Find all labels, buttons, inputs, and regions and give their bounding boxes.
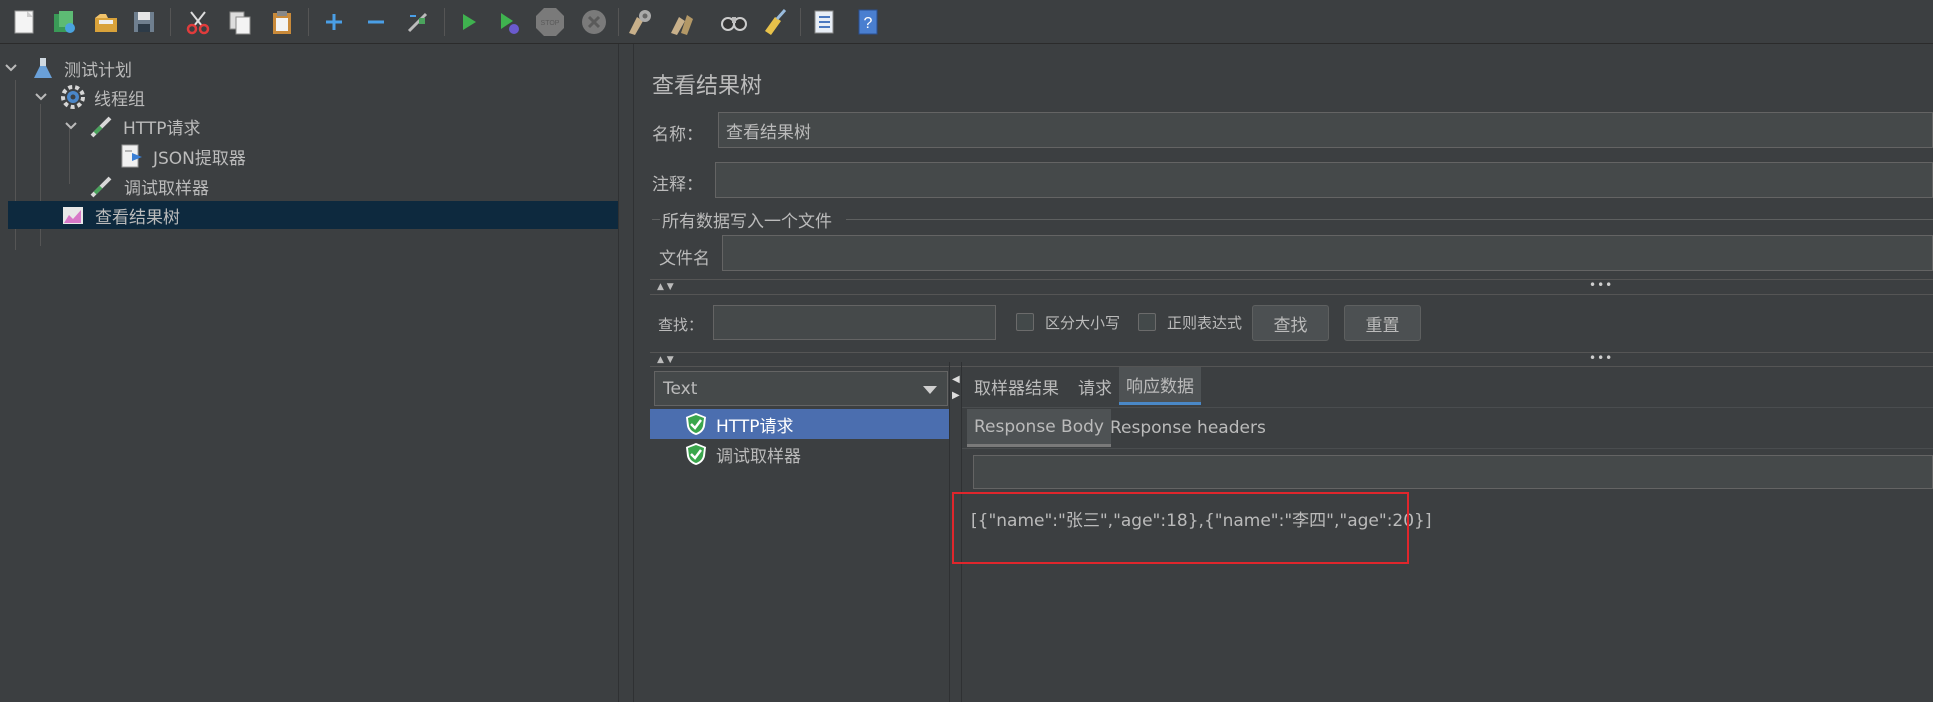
page-title: 查看结果树 xyxy=(652,74,763,99)
tree-item-view-results-tree[interactable]: 查看结果树 xyxy=(8,201,620,229)
result-item-http-request[interactable]: HTTP请求 xyxy=(650,409,949,439)
reset-button[interactable]: 重置 xyxy=(1344,305,1421,341)
tree-item-http-request[interactable]: HTTP请求 xyxy=(0,112,620,140)
reset-search-icon[interactable] xyxy=(758,6,790,38)
tab-request[interactable]: 请求 xyxy=(1071,367,1119,405)
comment-label: 注释： xyxy=(652,175,703,195)
divider xyxy=(650,366,1933,367)
group-border xyxy=(652,219,660,220)
arrow-right-icon[interactable]: ▶ xyxy=(952,390,960,401)
name-label: 名称： xyxy=(652,125,703,145)
start-icon[interactable] xyxy=(452,6,484,38)
collapse-arrows-icon[interactable]: ▲ ▼ xyxy=(657,355,674,365)
regex-label: 正则表达式 xyxy=(1167,314,1243,332)
stop-icon[interactable]: STOP xyxy=(534,6,566,38)
flask-icon xyxy=(30,55,56,81)
tree-item-label: 查看结果树 xyxy=(95,207,180,228)
comment-field[interactable] xyxy=(715,162,1933,198)
success-shield-icon xyxy=(686,413,706,435)
tree-item-debug-sampler[interactable]: 调试取样器 xyxy=(0,172,620,200)
divider xyxy=(650,279,1933,280)
filename-field[interactable] xyxy=(722,235,1933,271)
svg-text:?: ? xyxy=(864,15,873,32)
chevron-down-icon[interactable] xyxy=(4,61,18,75)
clear-all-icon[interactable] xyxy=(666,6,698,38)
tree-item-test-plan[interactable]: 测试计划 xyxy=(0,54,620,82)
test-plan-tree: 测试计划 线程组 HTTP请求 JSON提取器 调试取样器 查看结果树 xyxy=(0,50,620,702)
chevron-down-icon xyxy=(923,386,937,394)
toolbar: STOP ? xyxy=(0,0,1933,44)
tree-item-label: 测试计划 xyxy=(64,60,132,81)
gear-icon xyxy=(60,84,86,110)
file-group-label: 所有数据写入一个文件 xyxy=(662,212,832,232)
divider xyxy=(650,294,1933,295)
divider xyxy=(962,448,1933,449)
filename-label: 文件名 xyxy=(659,249,710,269)
tab-response-data[interactable]: 响应数据 xyxy=(1119,367,1201,405)
divider xyxy=(962,407,1933,408)
split-handle-icon[interactable]: ••• xyxy=(1589,278,1613,292)
tab-response-headers[interactable]: Response headers xyxy=(1103,409,1273,447)
chevron-down-icon[interactable] xyxy=(64,119,78,133)
collapse-arrows-icon[interactable]: ▲ ▼ xyxy=(657,282,674,292)
highlight-box xyxy=(952,492,1409,564)
divider xyxy=(650,352,1933,353)
name-field-value: 查看结果树 xyxy=(726,122,811,143)
result-item-label: HTTP请求 xyxy=(716,416,794,437)
result-item-label: 调试取样器 xyxy=(716,446,801,467)
collapse-icon[interactable] xyxy=(360,6,392,38)
main-splitter[interactable] xyxy=(618,44,634,702)
sampler-pipette-icon xyxy=(89,113,115,139)
tab-response-body[interactable]: Response Body xyxy=(967,409,1111,447)
search-input[interactable] xyxy=(713,305,996,340)
response-search-input[interactable] xyxy=(973,455,1933,489)
tree-item-label: 线程组 xyxy=(94,89,145,110)
tree-item-thread-group[interactable]: 线程组 xyxy=(0,83,620,111)
sampler-pipette-icon xyxy=(89,173,115,199)
new-icon[interactable] xyxy=(8,6,40,38)
tree-item-label: JSON提取器 xyxy=(153,148,246,169)
group-border xyxy=(846,219,1933,220)
start-no-pause-icon[interactable] xyxy=(492,6,524,38)
templates-icon[interactable] xyxy=(48,6,80,38)
case-sensitive-checkbox[interactable] xyxy=(1016,313,1034,331)
split-handle-icon[interactable]: ••• xyxy=(1589,351,1613,365)
shutdown-icon[interactable] xyxy=(578,6,610,38)
search-icon[interactable] xyxy=(718,6,750,38)
save-icon[interactable] xyxy=(128,6,160,38)
copy-icon[interactable] xyxy=(224,6,256,38)
success-shield-icon xyxy=(686,443,706,465)
regex-checkbox[interactable] xyxy=(1138,313,1156,331)
renderer-select-value: Text xyxy=(663,378,698,399)
name-field[interactable]: 查看结果树 xyxy=(718,112,1933,148)
tree-item-label: HTTP请求 xyxy=(123,118,201,139)
clear-icon[interactable] xyxy=(624,6,656,38)
svg-text:STOP: STOP xyxy=(541,20,560,27)
tree-item-label: 调试取样器 xyxy=(124,178,209,199)
extractor-doc-icon xyxy=(118,143,144,169)
renderer-select[interactable]: Text xyxy=(654,371,948,406)
result-item-debug-sampler[interactable]: 调试取样器 xyxy=(650,439,949,469)
find-button[interactable]: 查找 xyxy=(1252,305,1329,341)
expand-icon[interactable] xyxy=(318,6,350,38)
cut-icon[interactable] xyxy=(182,6,214,38)
tree-item-json-extractor[interactable]: JSON提取器 xyxy=(0,142,620,170)
search-label: 查找： xyxy=(658,316,704,334)
paste-icon[interactable] xyxy=(266,6,298,38)
arrow-left-icon[interactable]: ◀ xyxy=(952,374,960,385)
help-icon[interactable]: ? xyxy=(852,6,884,38)
chevron-down-icon[interactable] xyxy=(34,90,48,104)
toggle-icon[interactable] xyxy=(402,6,434,38)
tab-sampler-result[interactable]: 取样器结果 xyxy=(967,367,1066,405)
function-helper-icon[interactable] xyxy=(808,6,840,38)
open-icon[interactable] xyxy=(90,6,122,38)
graph-icon xyxy=(60,202,86,228)
case-sensitive-label: 区分大小写 xyxy=(1045,314,1121,332)
